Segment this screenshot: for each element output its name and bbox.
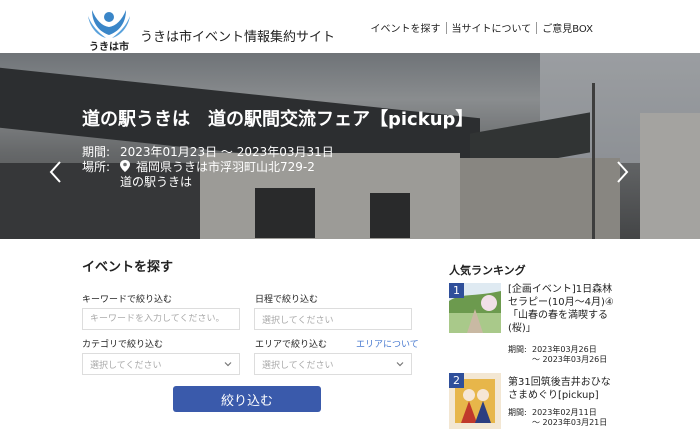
period-value: 2023年01月23日 ～ 2023年03月31日 bbox=[120, 145, 334, 159]
period-label: 期間: bbox=[508, 345, 527, 354]
ranking-item-period: 期間: 2023年02月11日 ～ 2023年03月21日 bbox=[508, 408, 607, 428]
period-end: ～ 2023年03月26日 bbox=[532, 355, 608, 364]
date-select[interactable]: 選択してください bbox=[254, 308, 412, 330]
place-label: 場所: bbox=[82, 160, 111, 174]
search-section-title: イベントを探す bbox=[82, 260, 174, 275]
chevron-left-icon[interactable] bbox=[48, 160, 64, 184]
hero-event-title[interactable]: 道の駅うきは 道の駅間交流フェア【pickup】 bbox=[82, 105, 473, 131]
chevron-down-icon bbox=[224, 362, 232, 367]
chevron-right-icon[interactable] bbox=[614, 160, 630, 184]
hero-carousel[interactable]: 道の駅うきは 道の駅間交流フェア【pickup】 期間: 2023年01月23日… bbox=[0, 53, 700, 239]
area-select-value: 選択してください bbox=[262, 360, 334, 371]
rank-badge: 1 bbox=[449, 283, 464, 298]
logo-text: うきは市 bbox=[89, 42, 129, 53]
ranking-thumbnail[interactable]: 2 bbox=[449, 373, 501, 429]
ranking-item-title[interactable]: 第31回筑後吉井おひなさまめぐり[pickup] bbox=[508, 376, 618, 402]
ranking-item-title[interactable]: [企画イベント]1日森林セラピー(10月～4月)④「山春の春を満喫する(桜)」 bbox=[508, 283, 618, 335]
ranking-item-period: 期間: 2023年03月26日 ～ 2023年03月26日 bbox=[508, 345, 607, 365]
site-header: うきは市 うきは市イベント情報集約サイト イベントを探す 当サイトについて ご意… bbox=[0, 0, 700, 53]
period-label: 期間: bbox=[82, 145, 111, 159]
ranking-thumbnail[interactable]: 1 bbox=[449, 283, 501, 333]
period-end: ～ 2023年03月21日 bbox=[532, 418, 608, 427]
hero-event-meta: 期間: 2023年01月23日 ～ 2023年03月31日 場所: 福岡県うきは… bbox=[82, 145, 334, 190]
category-select[interactable]: 選択してください bbox=[82, 353, 240, 375]
nav-feedback[interactable]: ご意見BOX bbox=[537, 20, 598, 35]
period-start: 2023年02月11日 bbox=[532, 408, 597, 417]
area-label: エリアで絞り込む bbox=[255, 340, 328, 350]
place-venue: 道の駅うきは bbox=[120, 175, 193, 189]
category-select-value: 選択してください bbox=[90, 360, 162, 371]
date-label: 日程で絞り込む bbox=[255, 295, 319, 305]
nav-find-events[interactable]: イベントを探す bbox=[366, 20, 446, 35]
keyword-label: キーワードで絞り込む bbox=[82, 295, 173, 305]
filter-submit-button[interactable]: 絞り込む bbox=[173, 386, 321, 412]
nav-about[interactable]: 当サイトについて bbox=[447, 20, 537, 35]
category-label: カテゴリで絞り込む bbox=[82, 340, 164, 350]
main-nav: イベントを探す 当サイトについて ご意見BOX bbox=[366, 20, 598, 35]
area-info-link[interactable]: エリアについて bbox=[356, 337, 419, 350]
area-select[interactable]: 選択してください bbox=[254, 353, 412, 375]
chevron-down-icon bbox=[396, 362, 404, 367]
keyword-input[interactable] bbox=[90, 314, 239, 324]
map-pin-icon bbox=[120, 160, 130, 172]
rank-badge: 2 bbox=[449, 373, 464, 388]
keyword-field[interactable] bbox=[82, 308, 240, 330]
site-title[interactable]: うきは市イベント情報集約サイト bbox=[140, 26, 335, 45]
ranking-title: 人気ランキング bbox=[449, 264, 526, 277]
period-label: 期間: bbox=[508, 408, 527, 417]
period-start: 2023年03月26日 bbox=[532, 345, 597, 354]
date-select-value: 選択してください bbox=[262, 315, 334, 326]
place-address: 福岡県うきは市浮羽町山北729-2 bbox=[136, 160, 315, 174]
